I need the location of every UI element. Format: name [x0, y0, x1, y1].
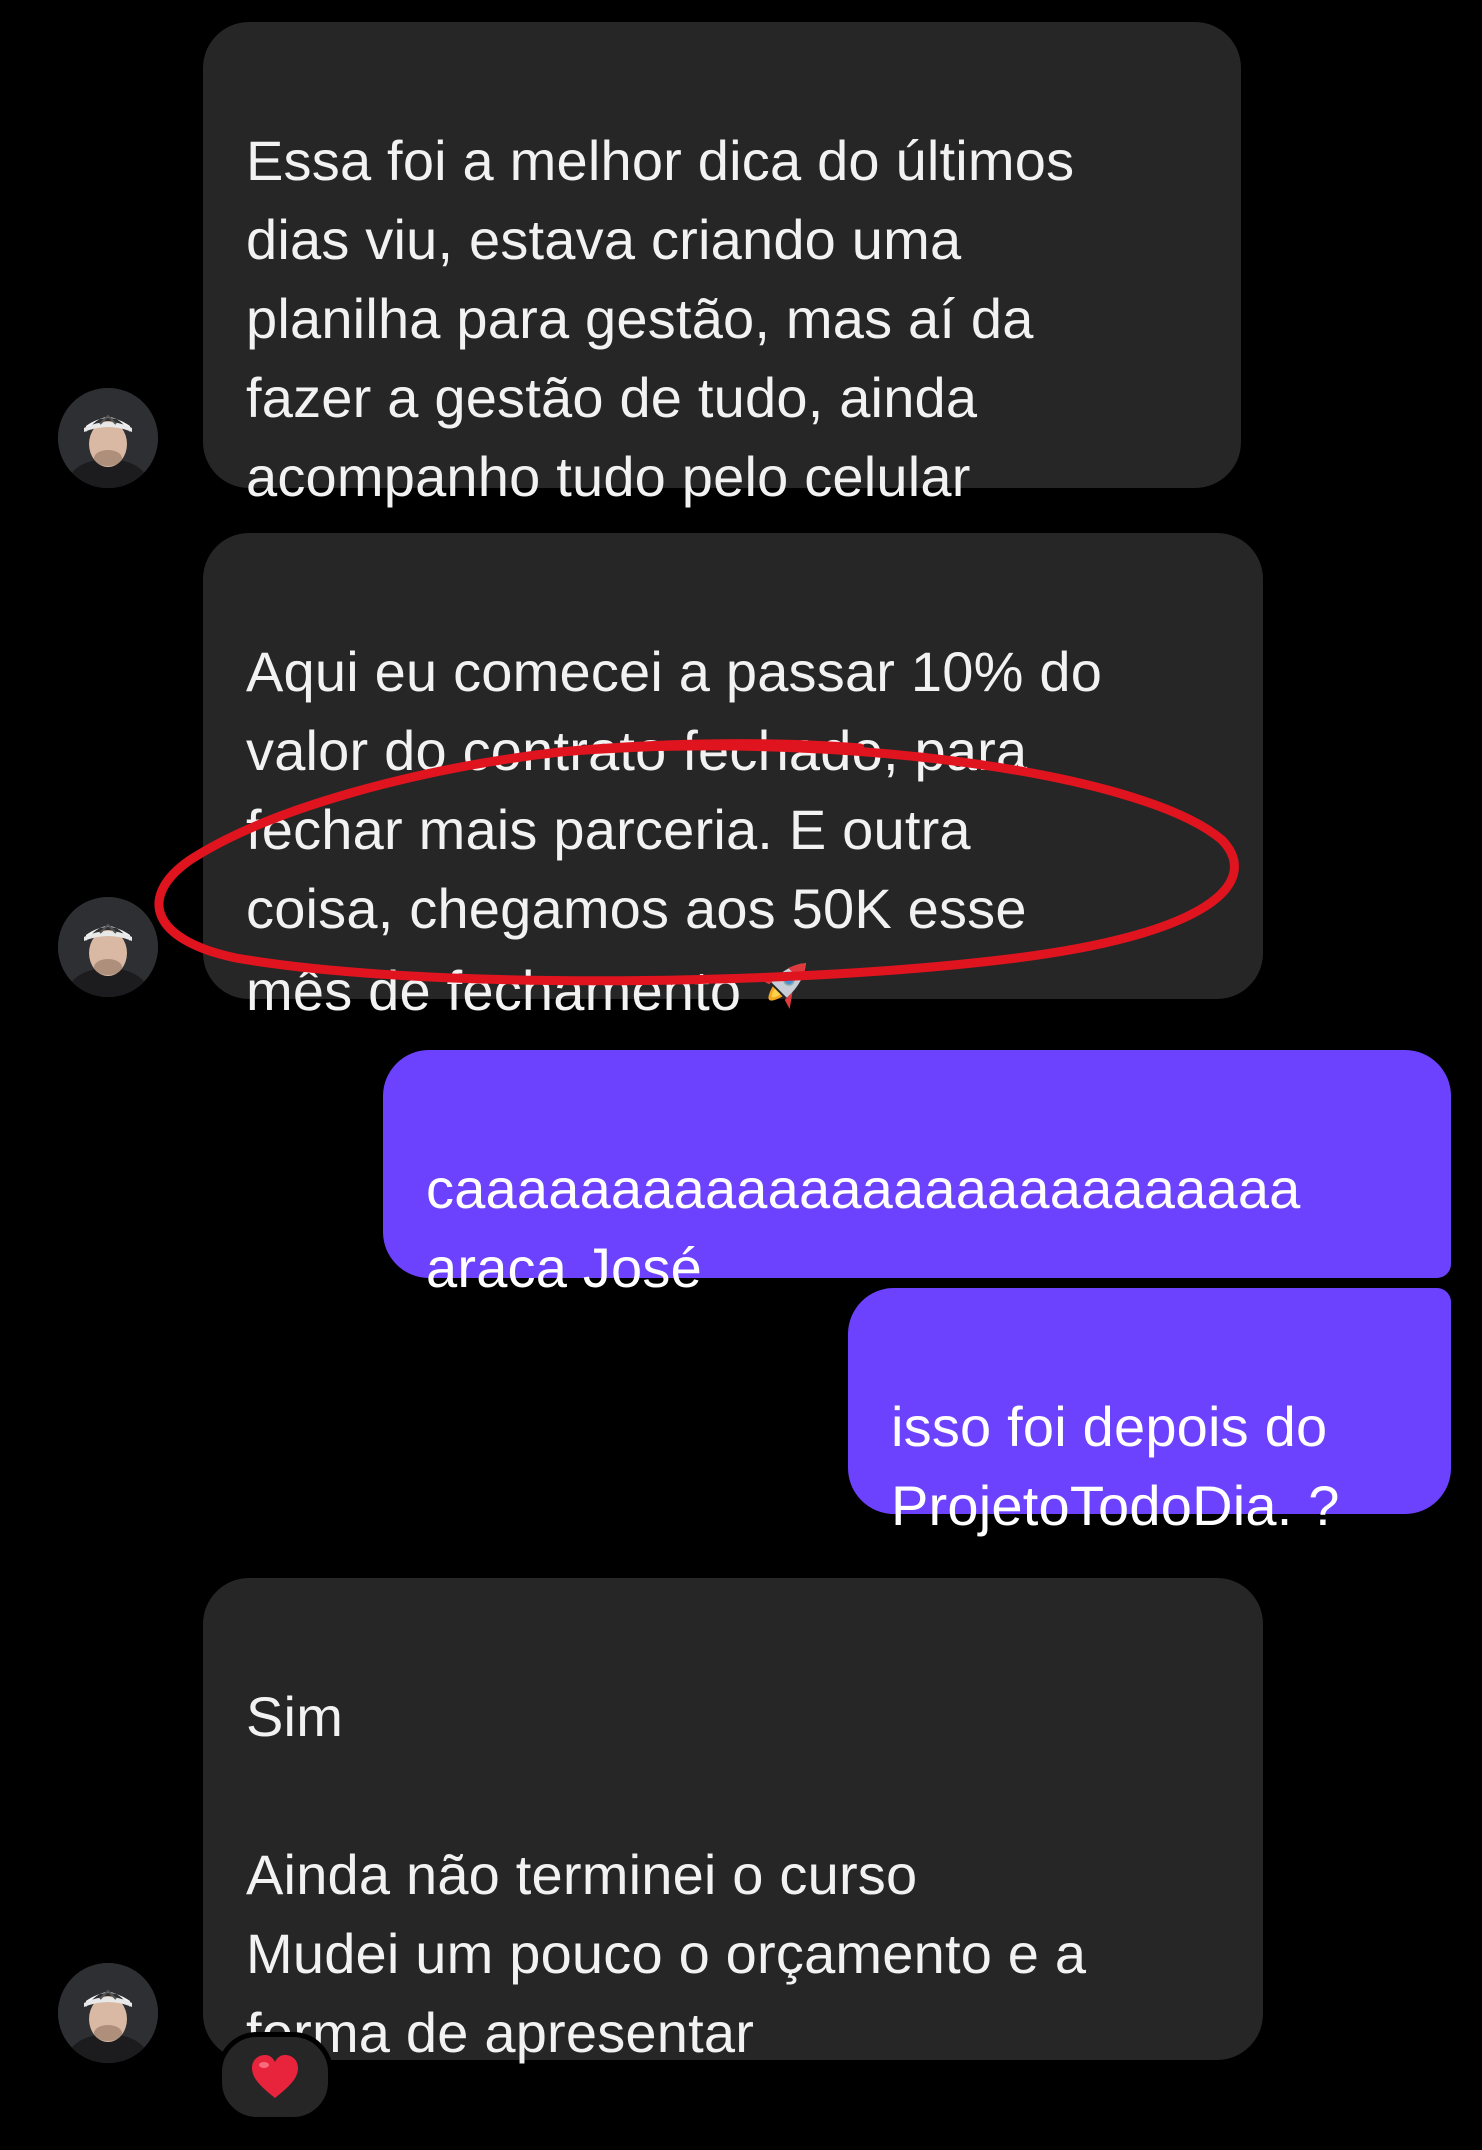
avatar-image — [58, 1963, 158, 2063]
message-text: Aqui eu comecei a passar 10% do valor do… — [246, 640, 1103, 1022]
message-text: caaaaaaaaaaaaaaaaaaaaaaaaaaa araca José — [426, 1157, 1301, 1299]
message-bubble-incoming[interactable]: Sim Ainda não terminei o curso Mudei um … — [203, 1578, 1263, 2064]
message-bubble-outgoing[interactable]: isso foi depois do ProjetoTodoDia. ? — [848, 1288, 1451, 1537]
message-bubble-incoming[interactable]: Aqui eu comecei a passar 10% do valor do… — [203, 533, 1263, 1022]
message-reaction[interactable] — [217, 2032, 333, 2122]
message-bubble-outgoing[interactable]: caaaaaaaaaaaaaaaaaaaaaaaaaaa araca José — [383, 1050, 1451, 1299]
message-bubble-incoming[interactable]: Essa foi a melhor dica do últimos dias v… — [203, 22, 1241, 508]
message-text: Sim Ainda não terminei o curso Mudei um … — [246, 1685, 1087, 2064]
rocket-icon — [747, 948, 821, 1042]
contact-avatar[interactable] — [58, 1963, 158, 2063]
message-text: isso foi depois do ProjetoTodoDia. ? — [891, 1395, 1340, 1537]
avatar-image — [58, 388, 158, 488]
avatar-image — [58, 897, 158, 997]
contact-avatar[interactable] — [58, 897, 158, 997]
heart-icon — [252, 2055, 298, 2098]
message-text: Essa foi a melhor dica do últimos dias v… — [246, 129, 1075, 508]
contact-avatar[interactable] — [58, 388, 158, 488]
